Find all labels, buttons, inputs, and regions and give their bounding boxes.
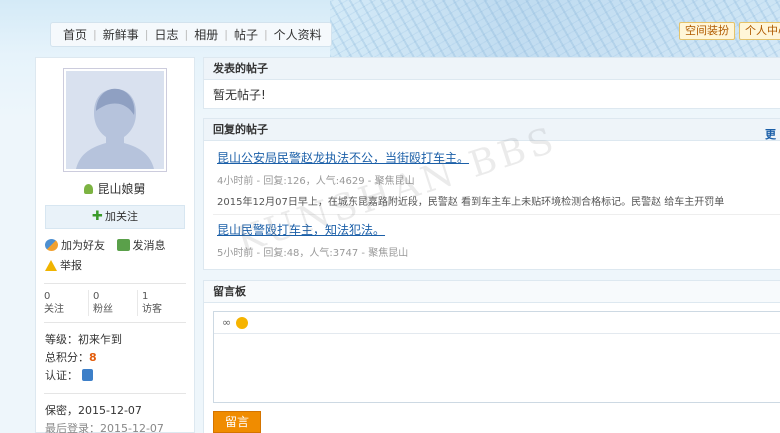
replied-threads-panel: 回复的帖子 更 昆山公安局民警赵龙执法不公，当街殴打车主。 4小时前 - 回复:… <box>203 118 780 270</box>
profile-sidebar: 昆山娘舅 ✚ 加关注 加为好友 发消息 举报 0 关注 0 粉丝 1 访客 等级：初来乍… <box>35 57 195 433</box>
last-login-label: 最后登录： <box>45 422 100 433</box>
editor-toolbar: ∞ <box>214 312 780 334</box>
username-row: 昆山娘舅 <box>36 180 194 197</box>
stat-following[interactable]: 0 关注 <box>44 290 88 316</box>
replied-threads-title-text: 回复的帖子 <box>213 123 268 136</box>
certificate-icon[interactable] <box>82 369 93 381</box>
divider <box>44 393 186 394</box>
message-icon <box>116 239 130 251</box>
points-label: 总积分： <box>45 351 89 364</box>
profile-dates: 保密，2015-12-07 最后登录：2015-12-07 <box>36 400 194 433</box>
send-message-label: 发消息 <box>132 239 166 252</box>
posted-threads-panel: 发表的帖子 暂无帖子! <box>203 57 780 109</box>
username[interactable]: 昆山娘舅 <box>97 182 145 196</box>
nav-item-posts[interactable]: 帖子 <box>228 26 264 43</box>
guestbook-title: 留言板 <box>204 281 780 303</box>
default-avatar-icon <box>66 71 164 169</box>
guestbook-panel: 留言板 ∞ 留言 <box>203 280 780 433</box>
replied-threads-title: 回复的帖子 更 <box>204 119 780 141</box>
level-value: 初来乍到 <box>78 333 122 346</box>
add-friend-button[interactable]: 加为好友 <box>45 237 105 253</box>
posted-threads-empty: 暂无帖子! <box>213 88 266 102</box>
stat-value: 0 <box>44 291 51 302</box>
stat-value: 0 <box>93 291 100 302</box>
cert-label: 认证： <box>45 369 78 382</box>
submit-message-button[interactable]: 留言 <box>213 411 261 433</box>
nav-item-profile[interactable]: 个人资料 <box>268 26 328 43</box>
personal-center-button[interactable]: 个人中心 <box>739 22 780 40</box>
follow-label: 加关注 <box>104 210 138 223</box>
report-label: 举报 <box>60 259 82 272</box>
send-message-button[interactable]: 发消息 <box>116 237 166 253</box>
nav-item-album[interactable]: 相册 <box>188 26 224 43</box>
profile-stats: 0 关注 0 粉丝 1 访客 <box>36 290 194 316</box>
follow-button[interactable]: ✚ 加关注 <box>45 205 185 229</box>
profile-info: 等级：初来乍到 总积分：8 认证： <box>36 329 194 387</box>
stat-label: 访客 <box>142 304 162 315</box>
post-meta: 5小时前 - 回复:48，人气:3747 - 聚焦昆山 <box>217 248 409 259</box>
points-row: 总积分：8 <box>45 349 185 367</box>
add-friend-icon <box>45 239 58 251</box>
nav-item-home[interactable]: 首页 <box>57 26 93 43</box>
report-button[interactable]: 举报 <box>45 257 82 273</box>
stat-visitors[interactable]: 1 访客 <box>137 290 186 316</box>
cert-row: 认证： <box>45 367 185 385</box>
stat-label: 粉丝 <box>93 304 113 315</box>
avatar-frame <box>63 68 167 172</box>
nav-item-blog[interactable]: 日志 <box>148 26 184 43</box>
post-title-link[interactable]: 昆山民警殴打车主，知法犯法。 <box>217 221 779 238</box>
list-item: 昆山民警殴打车主，知法犯法。 5小时前 - 回复:48，人气:3747 - 聚焦… <box>213 215 780 265</box>
secret-date: 保密，2015-12-07 <box>45 404 142 417</box>
level-label: 等级： <box>45 333 78 346</box>
last-login-row: 最后登录：2015-12-07 <box>45 420 185 433</box>
post-title-link[interactable]: 昆山公安局民警赵龙执法不公，当街殴打车主。 <box>217 149 779 166</box>
emoji-icon[interactable] <box>236 316 249 329</box>
stat-value: 1 <box>142 291 149 302</box>
post-meta: 4小时前 - 回复:126，人气:4629 - 聚焦昆山 <box>217 176 415 187</box>
decorate-button[interactable]: 空间装扮 <box>679 22 735 40</box>
user-icon <box>84 184 94 194</box>
add-friend-label: 加为好友 <box>61 239 105 252</box>
points-value: 8 <box>89 351 97 364</box>
profile-actions: 加为好友 发消息 举报 <box>36 229 194 277</box>
avatar[interactable] <box>66 71 164 169</box>
post-snippet: 2015年12月07日早上，在城东昆嘉路附近段，民警赵 看到车主车上未贴环境检测… <box>217 197 725 208</box>
guestbook-editor[interactable]: ∞ <box>213 311 780 403</box>
plus-icon: ✚ <box>92 209 103 224</box>
divider <box>44 322 186 323</box>
posted-threads-title: 发表的帖子 <box>204 58 780 80</box>
list-item: 昆山公安局民警赵龙执法不公，当街殴打车主。 4小时前 - 回复:126，人气:4… <box>213 143 780 215</box>
more-link[interactable]: 更 <box>765 124 776 146</box>
link-icon[interactable]: ∞ <box>222 316 231 329</box>
warning-icon <box>45 259 57 271</box>
last-login-value: 2015-12-07 <box>100 422 164 433</box>
nav-item-feed[interactable]: 新鲜事 <box>97 26 145 43</box>
replied-threads-list: 昆山公安局民警赵龙执法不公，当街殴打车主。 4小时前 - 回复:126，人气:4… <box>204 141 780 271</box>
level-row: 等级：初来乍到 <box>45 331 185 349</box>
stat-followers[interactable]: 0 粉丝 <box>88 290 137 316</box>
top-nav: 首页 | 新鲜事 | 日志 | 相册 | 帖子 | 个人资料 <box>50 22 332 47</box>
divider <box>44 283 186 284</box>
stat-label: 关注 <box>44 304 64 315</box>
